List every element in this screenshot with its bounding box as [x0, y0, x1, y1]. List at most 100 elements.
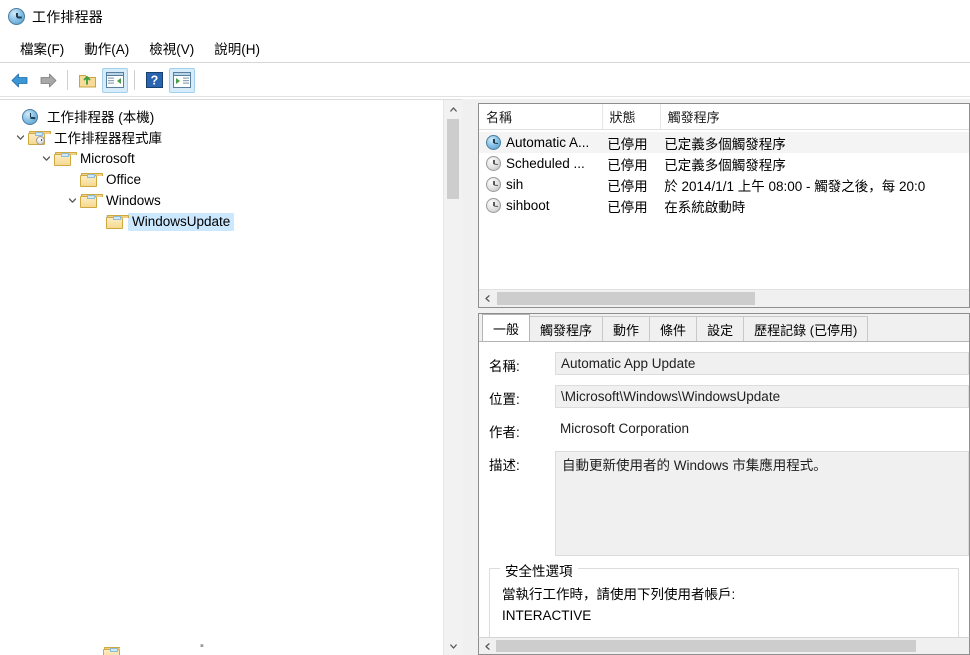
field-row-author: 作者: Microsoft Corporation	[489, 418, 969, 441]
scroll-down-button[interactable]	[444, 637, 462, 655]
task-name-label: Automatic A...	[506, 135, 590, 150]
toolbar-separator	[67, 70, 68, 90]
tree-node-label: Microsoft	[80, 150, 135, 166]
task-triggers-cell: 已定義多個觸發程序	[664, 136, 786, 152]
folder-icon	[80, 172, 103, 187]
task-name-cell: Scheduled ...	[479, 156, 600, 171]
menu-view[interactable]: 檢視(V)	[139, 35, 204, 61]
folder-up-icon	[78, 74, 96, 87]
name-field-value[interactable]: Automatic App Update	[555, 352, 969, 375]
task-list-panel: 名稱 狀態 觸發程序 Automatic A... 已停用 已定義多個觸發程序	[478, 103, 970, 308]
menu-file[interactable]: 檔案(F)	[10, 35, 74, 61]
task-name-label: Scheduled ...	[506, 156, 585, 171]
field-row-location: 位置: \Microsoft\Windows\WindowsUpdate	[489, 385, 969, 408]
chevron-down-icon[interactable]	[38, 151, 54, 167]
console-tree-pane: 工作排程器 (本機) 工作排程器程式庫 Microsoft Office Win…	[0, 99, 462, 655]
tab-panel-general: 名稱: Automatic App Update 位置: \Microsoft\…	[479, 342, 969, 655]
clock-icon	[486, 177, 501, 192]
clipped-tree-text: ▪	[200, 640, 205, 652]
task-status-cell: 已停用	[607, 178, 648, 194]
location-field-value[interactable]: \Microsoft\Windows\WindowsUpdate	[555, 385, 969, 408]
tree-node-microsoft[interactable]: Microsoft	[0, 148, 443, 169]
tree-node-label: Windows	[106, 192, 161, 208]
show-hide-action-pane-button[interactable]	[169, 67, 195, 93]
show-hide-console-tree-button[interactable]	[102, 67, 128, 93]
menu-bar: 檔案(F) 動作(A) 檢視(V) 說明(H)	[0, 33, 970, 63]
menu-help[interactable]: 說明(H)	[204, 35, 270, 61]
tab-general[interactable]: 一般	[482, 314, 531, 341]
task-name-label: sih	[506, 177, 524, 192]
clock-icon	[486, 198, 501, 213]
chevron-down-icon[interactable]	[12, 130, 28, 146]
task-scheduler-window: 工作排程器 檔案(F) 動作(A) 檢視(V) 說明(H) ? 工作排程器 (本…	[0, 0, 970, 655]
chevron-down-icon	[449, 643, 457, 649]
table-row[interactable]: sihboot 已停用 在系統啟動時	[479, 195, 969, 216]
task-name-cell: Automatic A...	[479, 135, 600, 150]
menu-action[interactable]: 動作(A)	[74, 35, 139, 61]
task-detail-pane: 名稱 狀態 觸發程序 Automatic A... 已停用 已定義多個觸發程序	[462, 99, 970, 655]
field-row-name: 名稱: Automatic App Update	[489, 352, 969, 375]
task-properties-panel: 一般 觸發程序 動作 條件 設定 歷程記錄 (已停用) 名稱: Automati…	[478, 313, 970, 655]
tree-node-label: 工作排程器程式庫	[54, 131, 162, 146]
description-field-value[interactable]: 自動更新使用者的 Windows 市集應用程式。	[555, 451, 969, 556]
detail-horizontal-scrollbar[interactable]	[478, 637, 970, 655]
toolbar-separator-2	[134, 70, 135, 90]
tree-node-task-scheduler-library[interactable]: 工作排程器程式庫	[0, 127, 443, 148]
clipped-folder-icon	[103, 647, 120, 655]
title-bar: 工作排程器	[0, 0, 970, 33]
tree-scroll-area: 工作排程器 (本機) 工作排程器程式庫 Microsoft Office Win…	[0, 100, 443, 655]
tab-triggers[interactable]: 觸發程序	[529, 316, 604, 341]
scroll-left-button[interactable]	[479, 290, 496, 307]
column-header-status[interactable]: 狀態	[603, 104, 661, 129]
tree-node-task-scheduler-local[interactable]: 工作排程器 (本機)	[0, 106, 443, 127]
forward-button[interactable]	[35, 68, 61, 93]
scroll-thumb[interactable]	[496, 640, 916, 652]
scroll-up-button[interactable]	[444, 100, 462, 118]
table-row[interactable]: Scheduled ... 已停用 已定義多個觸發程序	[479, 153, 969, 174]
clock-icon	[8, 8, 25, 25]
task-list-body: Automatic A... 已停用 已定義多個觸發程序 Scheduled .…	[479, 130, 969, 216]
table-row[interactable]: sih 已停用 於 2014/1/1 上午 08:00 - 觸發之後，每 20:…	[479, 174, 969, 195]
author-field-value: Microsoft Corporation	[560, 421, 690, 436]
security-options-title: 安全性選項	[500, 560, 578, 580]
clock-icon	[22, 108, 38, 125]
chevron-down-icon[interactable]	[64, 193, 80, 209]
scroll-thumb[interactable]	[497, 292, 755, 305]
up-one-level-button[interactable]	[74, 68, 100, 93]
task-status-cell: 已停用	[607, 199, 648, 215]
folder-icon	[54, 151, 77, 166]
name-field-label: 名稱:	[489, 359, 520, 374]
svg-text:?: ?	[150, 74, 158, 88]
scroll-thumb[interactable]	[447, 119, 459, 199]
tab-conditions[interactable]: 條件	[649, 316, 698, 341]
scroll-left-button[interactable]	[479, 638, 496, 654]
chevron-left-icon	[485, 642, 490, 650]
task-name-label: sihboot	[506, 198, 550, 213]
field-row-description: 描述: 自動更新使用者的 Windows 市集應用程式。	[489, 451, 969, 556]
tree-node-windows[interactable]: Windows	[0, 190, 443, 211]
task-triggers-cell: 已定義多個觸發程序	[664, 157, 786, 173]
column-header-name[interactable]: 名稱	[479, 104, 603, 129]
console-tree-icon	[106, 72, 124, 88]
chevron-left-icon	[485, 295, 490, 302]
task-triggers-cell: 在系統啟動時	[664, 199, 746, 215]
clock-icon	[486, 156, 501, 171]
column-header-triggers[interactable]: 觸發程序	[661, 104, 969, 129]
table-row[interactable]: Automatic A... 已停用 已定義多個觸發程序	[479, 132, 969, 153]
tab-actions[interactable]: 動作	[602, 316, 651, 341]
tree-node-office[interactable]: Office	[0, 169, 443, 190]
tab-history[interactable]: 歷程記錄 (已停用)	[743, 316, 869, 341]
help-button[interactable]: ?	[141, 68, 167, 93]
folder-icon	[106, 214, 129, 229]
window-title: 工作排程器	[32, 8, 103, 25]
tree-node-windowsupdate[interactable]: WindowsUpdate	[0, 211, 443, 232]
folder-icon	[80, 193, 103, 208]
back-button[interactable]	[7, 68, 33, 93]
author-field-label: 作者:	[489, 425, 520, 440]
task-triggers-cell: 於 2014/1/1 上午 08:00 - 觸發之後，每 20:0	[664, 178, 926, 194]
task-name-cell: sih	[479, 177, 600, 192]
tree-vertical-scrollbar[interactable]	[443, 100, 462, 655]
task-list-horizontal-scrollbar[interactable]	[479, 289, 969, 307]
tab-settings[interactable]: 設定	[696, 316, 745, 341]
back-arrow-icon	[11, 73, 28, 87]
